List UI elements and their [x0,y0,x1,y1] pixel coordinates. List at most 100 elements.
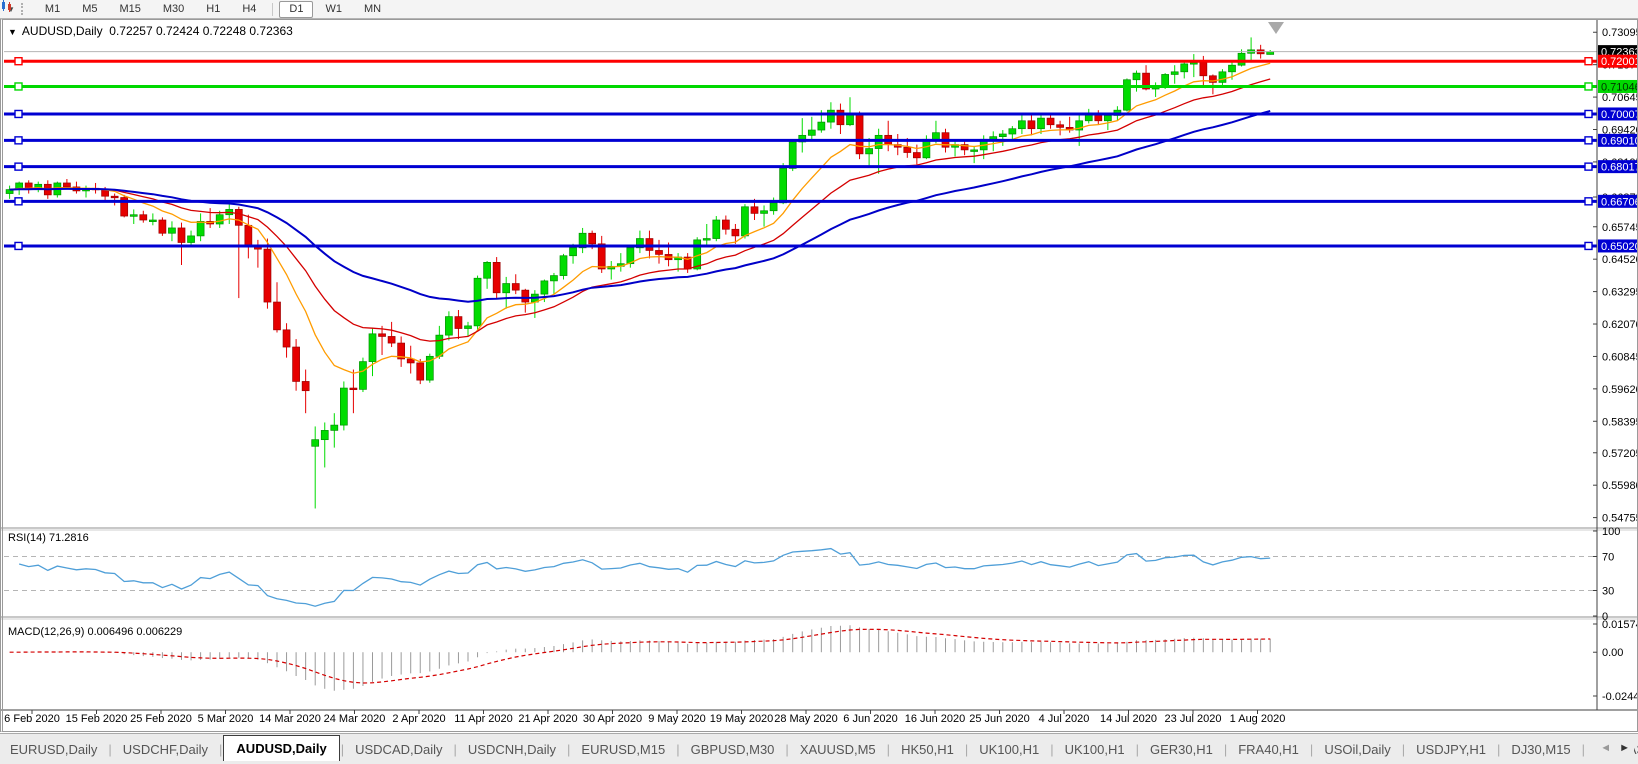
chart-tab-usdchf-daily[interactable]: USDCHF,Daily [113,738,218,761]
price-tick-label: 0.62070 [1602,319,1638,331]
line-handle[interactable] [1585,198,1592,205]
date-label: 14 Jul 2020 [1100,713,1157,725]
candle-body [283,330,290,347]
line-handle[interactable] [15,58,22,65]
chart-tab-audusd-daily[interactable]: AUDUSD,Daily [223,735,339,761]
line-handle[interactable] [1585,110,1592,117]
timeframe-button-mn[interactable]: MN [354,1,391,18]
date-label: 23 Jul 2020 [1165,713,1222,725]
candle-body [875,135,882,148]
candle-body [550,276,557,281]
line-handle[interactable] [1585,83,1592,90]
tab-scroll-right-icon[interactable]: ► [1619,742,1630,754]
chart-tab-uk100-h1[interactable]: UK100,H1 [1055,738,1135,761]
chart-tab-hk50-h1[interactable]: HK50,H1 [891,738,964,761]
candle-body [856,114,863,154]
candle-body [1238,53,1245,65]
candle-body [1181,64,1188,72]
candle-body [1057,125,1064,128]
chart-tab-ger30-h1[interactable]: GER30,H1 [1140,738,1223,761]
chart-tab-xauusd-m5[interactable]: XAUUSD,M5 [790,738,886,761]
candle-body [111,196,118,198]
chart-symbol-label: AUDUSD,Daily [22,24,103,38]
line-handle[interactable] [15,83,22,90]
line-handle[interactable] [1585,58,1592,65]
chart-tab-usoil-daily[interactable]: USOil,Daily [1314,738,1400,761]
chart-tab-eurusd-m15[interactable]: EURUSD,M15 [571,738,675,761]
candle-body [847,114,854,125]
candle-body [512,284,519,291]
candle-body [1190,63,1197,65]
candle-body [369,334,376,362]
line-handle[interactable] [15,198,22,205]
price-tick-label: 0.70645 [1602,92,1638,104]
price-tick-label: 0.57205 [1602,448,1638,460]
candle-body [474,278,481,326]
candle-body [932,133,939,140]
candle-body [465,326,472,329]
timeframe-button-d1[interactable]: D1 [279,1,313,18]
date-label: 1 Aug 2020 [1230,713,1286,725]
timeframe-button-m5[interactable]: M5 [72,1,107,18]
candle-body [999,134,1006,137]
line-handle[interactable] [15,163,22,170]
candle-body [751,207,758,214]
trading-terminal: ▼ M1M5M15M30H1H4D1W1MN 0.730950.718700.7… [0,0,1638,763]
chart-tab-usdcad-daily[interactable]: USDCAD,Daily [345,738,452,761]
candle-body [1219,72,1226,83]
candle-body [1171,72,1178,75]
candle-body [741,207,748,236]
chart-tab-usdcnh-daily[interactable]: USDCNH,Daily [458,738,566,761]
timeframe-button-m30[interactable]: M30 [153,1,194,18]
chart-tab-uk100-h1[interactable]: UK100,H1 [969,738,1049,761]
triangle-down-icon[interactable]: ▼ [8,27,17,37]
candle-body [168,228,175,233]
candle-body [302,381,309,390]
chart-tab-dj30-m15[interactable]: DJ30,M15 [1501,738,1580,761]
chart-tab-fra40-h1[interactable]: FRA40,H1 [1228,738,1309,761]
chart-tab-eurusd-daily[interactable]: EURUSD,Daily [0,738,107,761]
candle-body [493,262,500,292]
price-tick-label: 0.60845 [1602,351,1638,363]
line-handle[interactable] [15,242,22,249]
price-tick-label: 0.59620 [1602,384,1638,396]
candle-body [732,229,739,236]
date-label: 21 Apr 2020 [518,713,577,725]
chart-tab-usdjpy-h1[interactable]: USDJPY,H1 [1406,738,1496,761]
price-tick-label: 0.64520 [1602,254,1638,266]
candle-body [1009,129,1016,134]
price-tick-label: 0.73095 [1602,27,1638,39]
candle-body [445,317,452,336]
toolbar-separator [272,3,273,16]
date-label: 30 Apr 2020 [583,713,642,725]
timeframe-button-h1[interactable]: H1 [196,1,230,18]
candle-body [808,130,815,135]
tab-scroll-left-icon[interactable]: ◄ [1600,742,1611,754]
candle-body [560,256,567,276]
timeframe-toolbar: ▼ M1M5M15M30H1H4D1W1MN [0,0,1638,19]
candle-body [188,236,195,243]
date-label: 25 Feb 2020 [130,713,192,725]
timeframe-button-m15[interactable]: M15 [109,1,150,18]
candle-body [1047,118,1054,125]
line-handle[interactable] [15,110,22,117]
price-tick-label: 0.65745 [1602,222,1638,234]
chart-tab-gbpusd-m30[interactable]: GBPUSD,M30 [681,738,785,761]
macd-tick-label: -0.02441 [1602,691,1638,703]
date-label: 14 Mar 2020 [259,713,321,725]
price-tick-label: 0.55980 [1602,480,1638,492]
candle-body [522,290,529,302]
line-handle[interactable] [15,137,22,144]
line-handle[interactable] [1585,137,1592,144]
timeframe-button-m1[interactable]: M1 [35,1,70,18]
candle-body [417,363,424,380]
toolbar-grip[interactable] [21,3,28,15]
date-label: 9 May 2020 [648,713,705,725]
date-label: 11 Apr 2020 [454,713,513,725]
candle-body [274,302,281,330]
line-handle[interactable] [1585,242,1592,249]
timeframe-button-w1[interactable]: W1 [315,1,352,18]
timeframe-button-h4[interactable]: H4 [232,1,266,18]
line-handle[interactable] [1585,163,1592,170]
price-badge-label: 0.68017 [1601,162,1638,174]
